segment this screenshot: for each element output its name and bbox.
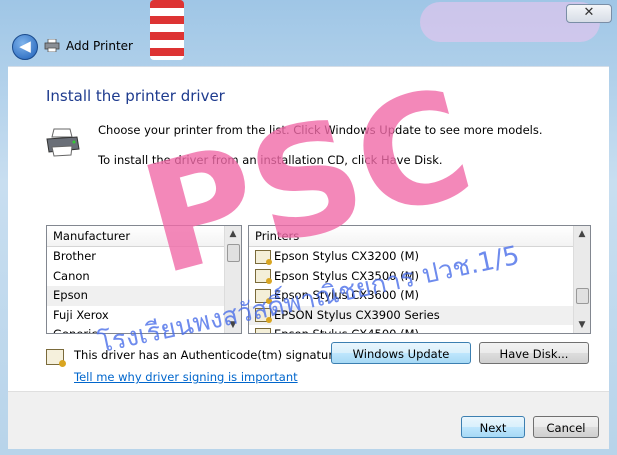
wizard-footer: Next Cancel: [8, 391, 609, 449]
list-item[interactable]: Epson: [47, 286, 225, 306]
back-button[interactable]: ◀: [12, 34, 38, 60]
list-item-label: Epson Stylus CX3600 (M): [274, 288, 420, 302]
page-title: Install the printer driver: [46, 87, 225, 105]
have-disk-button[interactable]: Have Disk...: [479, 342, 589, 364]
printer-icon: [46, 128, 80, 157]
window-title: Add Printer: [66, 39, 133, 53]
scroll-down-icon[interactable]: ▼: [574, 317, 590, 333]
windows-update-button[interactable]: Windows Update: [331, 342, 471, 364]
printer-scrollbar[interactable]: ▲ ▼: [573, 226, 590, 333]
list-item[interactable]: Generic: [47, 325, 225, 333]
printer-list-body: Epson Stylus CX3200 (M) Epson Stylus CX3…: [249, 247, 574, 333]
list-item-label: Epson Stylus CX3500 (M): [274, 268, 420, 283]
manufacturer-column-header: Manufacturer: [47, 226, 241, 247]
certified-driver-icon: [255, 308, 272, 324]
list-item-label: Epson Stylus CX4500 (M): [274, 327, 420, 334]
scroll-up-icon[interactable]: ▲: [574, 226, 590, 242]
list-item[interactable]: Fuji Xerox: [47, 306, 225, 326]
scrollbar-thumb[interactable]: [576, 288, 589, 304]
next-button[interactable]: Next: [461, 416, 525, 438]
signed-driver-icon: [46, 349, 66, 367]
scrollbar-thumb[interactable]: [227, 244, 240, 262]
list-item[interactable]: Canon: [47, 267, 225, 287]
list-item[interactable]: Epson Stylus CX3200 (M): [249, 247, 574, 267]
printer-icon: [44, 39, 60, 52]
printer-list[interactable]: Printers Epson Stylus CX3200 (M) Epson S…: [248, 225, 591, 334]
manufacturer-list[interactable]: Manufacturer Brother Canon Epson Fuji Xe…: [46, 225, 242, 334]
list-item[interactable]: Epson Stylus CX4500 (M): [249, 325, 574, 334]
list-item-label: EPSON Stylus CX3900 Series: [274, 307, 440, 322]
manufacturer-scrollbar[interactable]: ▲ ▼: [224, 226, 241, 333]
close-button[interactable]: ✕: [566, 4, 612, 23]
printer-column-header: Printers: [249, 226, 590, 247]
signature-status: This driver has an Authenticode(tm) sign…: [74, 348, 344, 362]
scroll-down-icon[interactable]: ▼: [225, 317, 241, 333]
list-item[interactable]: Epson Stylus CX3600 (M): [249, 286, 574, 306]
certified-driver-icon: [255, 288, 272, 304]
scroll-up-icon[interactable]: ▲: [225, 226, 241, 242]
wizard-content: Install the printer driver Choose your p…: [8, 66, 609, 392]
list-item-label: Epson Stylus CX3200 (M): [274, 249, 420, 263]
certified-driver-icon: [255, 327, 271, 333]
certified-driver-icon: [255, 269, 272, 285]
cancel-button[interactable]: Cancel: [533, 416, 599, 438]
list-item[interactable]: EPSON Stylus CX3900 Series: [249, 305, 574, 325]
certified-driver-icon: [255, 249, 272, 265]
window-header: ◀ Add Printer: [8, 30, 609, 66]
instruction-text: To install the driver from an installati…: [98, 153, 443, 167]
list-item[interactable]: Brother: [47, 247, 225, 267]
manufacturer-list-body: Brother Canon Epson Fuji Xerox Generic: [47, 247, 225, 333]
driver-signing-link[interactable]: Tell me why driver signing is important: [74, 370, 298, 384]
list-item[interactable]: Epson Stylus CX3500 (M): [249, 267, 574, 287]
instruction-text: Choose your printer from the list. Click…: [98, 123, 543, 137]
